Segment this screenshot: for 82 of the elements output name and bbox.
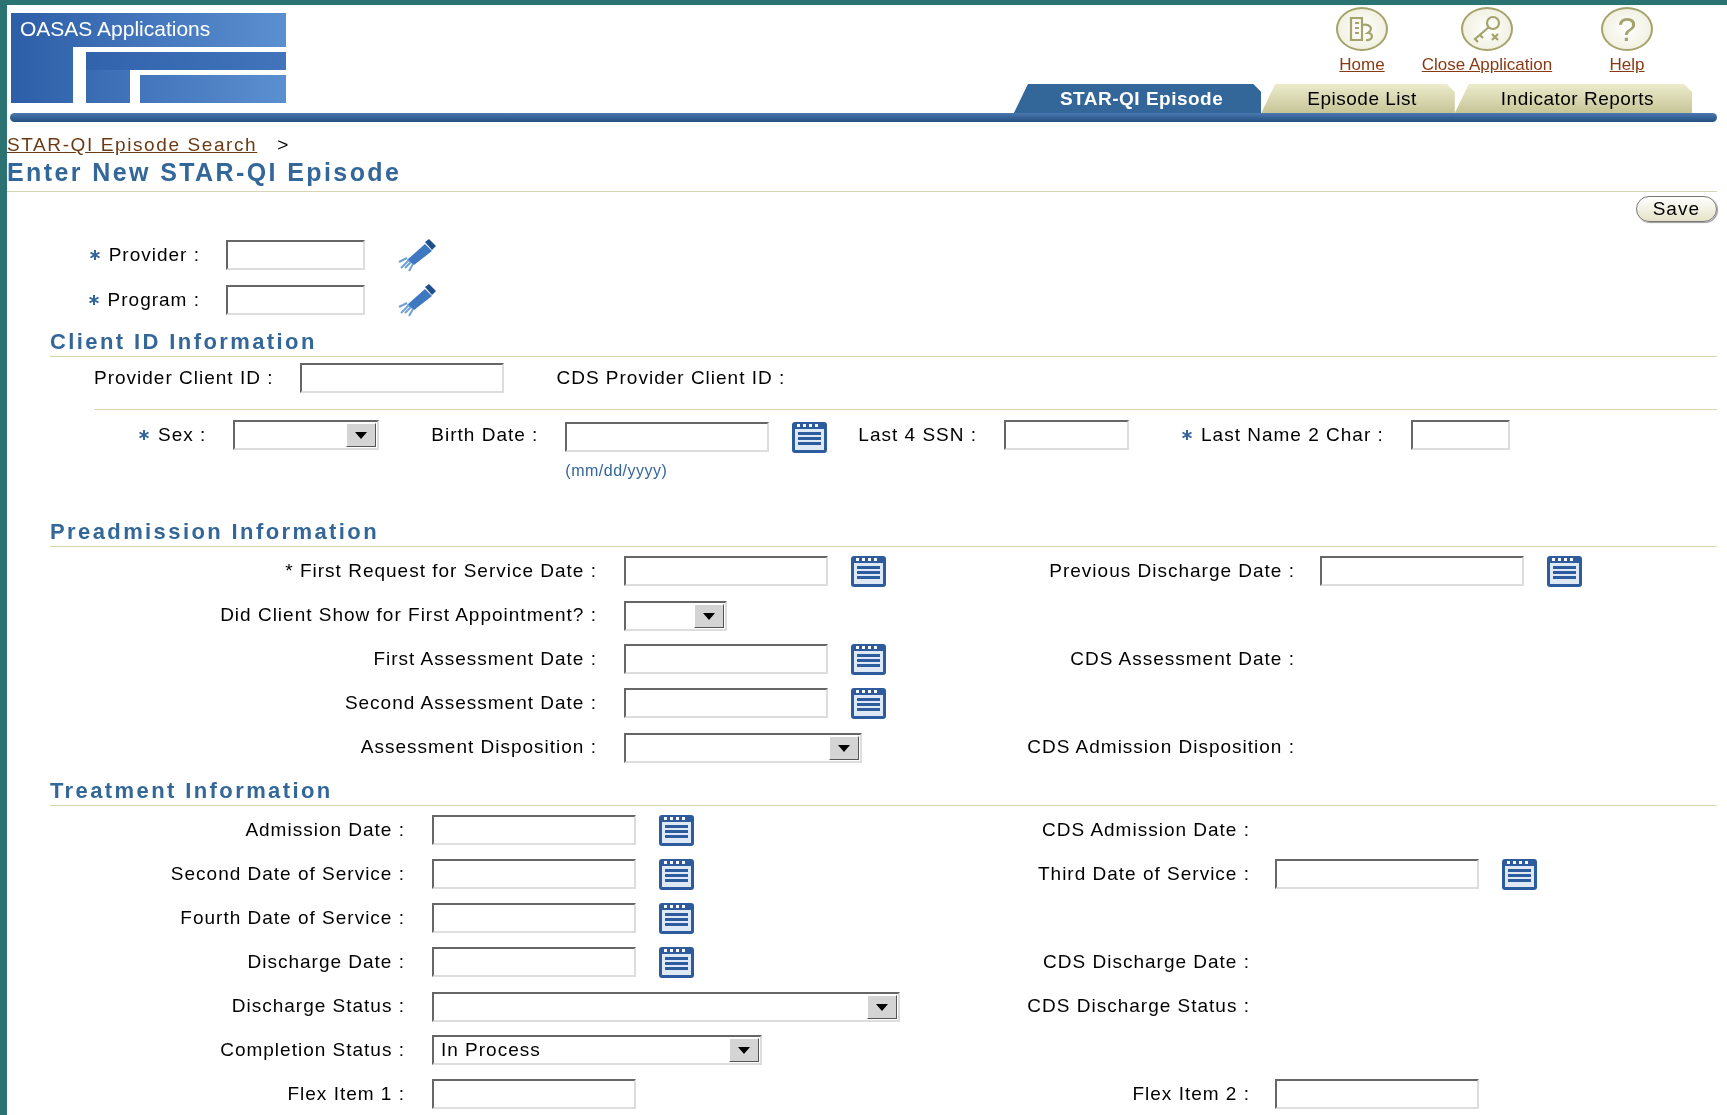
section-heading: Preadmission Information <box>50 518 379 546</box>
dropdown[interactable] <box>432 992 900 1022</box>
field-label: Fourth Date of Service : <box>180 907 405 929</box>
text-field[interactable] <box>432 1079 636 1109</box>
calendar-icon[interactable] <box>850 642 887 676</box>
date-field[interactable] <box>624 556 828 586</box>
text-field[interactable] <box>1410 420 1510 450</box>
text-field[interactable] <box>1004 420 1130 450</box>
dropdown[interactable] <box>624 601 727 631</box>
field-label: CDS Provider Client ID : <box>556 367 786 389</box>
caret-icon[interactable] <box>829 736 859 760</box>
calendar-icon[interactable] <box>658 901 695 935</box>
date-field[interactable] <box>432 859 636 889</box>
text-field[interactable] <box>226 239 365 270</box>
field-label: Program : <box>107 288 200 311</box>
field-label: Last Name 2 Char : <box>1201 424 1384 446</box>
tab[interactable]: Episode List <box>1261 84 1455 113</box>
key-icon[interactable] <box>1461 7 1513 51</box>
breadcrumb-separator: > <box>277 134 290 156</box>
calendar-icon[interactable] <box>1546 554 1583 588</box>
field-label: CDS Admission Disposition : <box>1027 736 1295 758</box>
field-label: * First Request for Service Date : <box>285 560 597 582</box>
field-label: First Assessment Date : <box>373 648 597 670</box>
calendar-icon[interactable] <box>850 554 887 588</box>
calendar-icon[interactable] <box>658 857 695 891</box>
date-format-hint: (mm/dd/yyyy) <box>565 462 668 480</box>
date-field[interactable] <box>1275 859 1479 889</box>
calendar-icon[interactable] <box>658 945 695 979</box>
calendar-icon[interactable] <box>658 813 695 847</box>
nav-link[interactable]: Close Application <box>1421 55 1553 75</box>
calendar-icon[interactable] <box>791 420 829 454</box>
field-label: Last 4 SSN : <box>858 424 978 446</box>
field-label: Did Client Show for First Appointment? : <box>220 604 597 626</box>
page-title: Enter New STAR-QI Episode <box>7 158 402 187</box>
section-heading: Treatment Information <box>50 777 333 805</box>
nav-link[interactable]: Help <box>1609 55 1645 75</box>
field-label: Previous Discharge Date : <box>1049 560 1295 582</box>
dropdown[interactable]: In Process <box>432 1035 762 1065</box>
field-label: Provider Client ID : <box>94 367 274 389</box>
dropdown[interactable] <box>233 420 380 450</box>
field-label: Flex Item 2 : <box>1132 1083 1250 1105</box>
field-label: Completion Status : <box>220 1039 405 1061</box>
home-icon[interactable] <box>1336 7 1388 51</box>
field-label: Second Assessment Date : <box>344 692 597 714</box>
field-label: CDS Admission Date : <box>1042 819 1250 841</box>
calendar-icon[interactable] <box>850 686 887 720</box>
caret-icon[interactable] <box>346 423 377 447</box>
field-label: Second Date of Service : <box>170 863 405 885</box>
tab[interactable]: Indicator Reports <box>1454 84 1692 113</box>
tab[interactable]: STAR-QI Episode <box>1013 84 1262 113</box>
date-field[interactable] <box>432 903 636 933</box>
field-label: Third Date of Service : <box>1037 863 1250 885</box>
field-label: CDS Discharge Status : <box>1027 995 1250 1017</box>
app-title: OASAS Applications <box>19 16 212 41</box>
caret-icon[interactable] <box>694 604 724 628</box>
dropdown[interactable] <box>624 733 862 763</box>
nav-link[interactable]: Home <box>1339 55 1385 75</box>
field-label: Discharge Status : <box>231 995 405 1017</box>
text-field[interactable] <box>300 363 505 393</box>
caret-icon[interactable] <box>867 995 897 1019</box>
date-field[interactable] <box>624 688 828 718</box>
breadcrumb-link[interactable]: STAR-QI Episode Search <box>7 134 258 156</box>
date-field[interactable] <box>432 947 636 977</box>
field-label: CDS Assessment Date : <box>1070 648 1295 670</box>
date-field[interactable] <box>624 644 828 674</box>
date-field[interactable] <box>1320 556 1524 586</box>
field-label: Assessment Disposition : <box>360 736 597 758</box>
date-field[interactable] <box>565 422 770 452</box>
field-label: Flex Item 1 : <box>287 1083 405 1105</box>
text-field[interactable] <box>226 284 365 315</box>
field-label: Birth Date : <box>431 424 539 446</box>
caret-icon[interactable] <box>729 1038 759 1062</box>
field-label: Discharge Date : <box>247 951 405 973</box>
date-field[interactable] <box>432 815 636 845</box>
section-heading: Client ID Information <box>50 328 317 356</box>
save-button[interactable]: Save <box>1635 196 1717 222</box>
calendar-icon[interactable] <box>1501 857 1538 891</box>
text-field[interactable] <box>1275 1079 1479 1109</box>
field-label: Admission Date : <box>245 819 405 841</box>
field-label: Provider : <box>108 243 200 266</box>
field-label: CDS Discharge Date : <box>1043 951 1250 973</box>
field-label: Sex : <box>158 424 207 446</box>
